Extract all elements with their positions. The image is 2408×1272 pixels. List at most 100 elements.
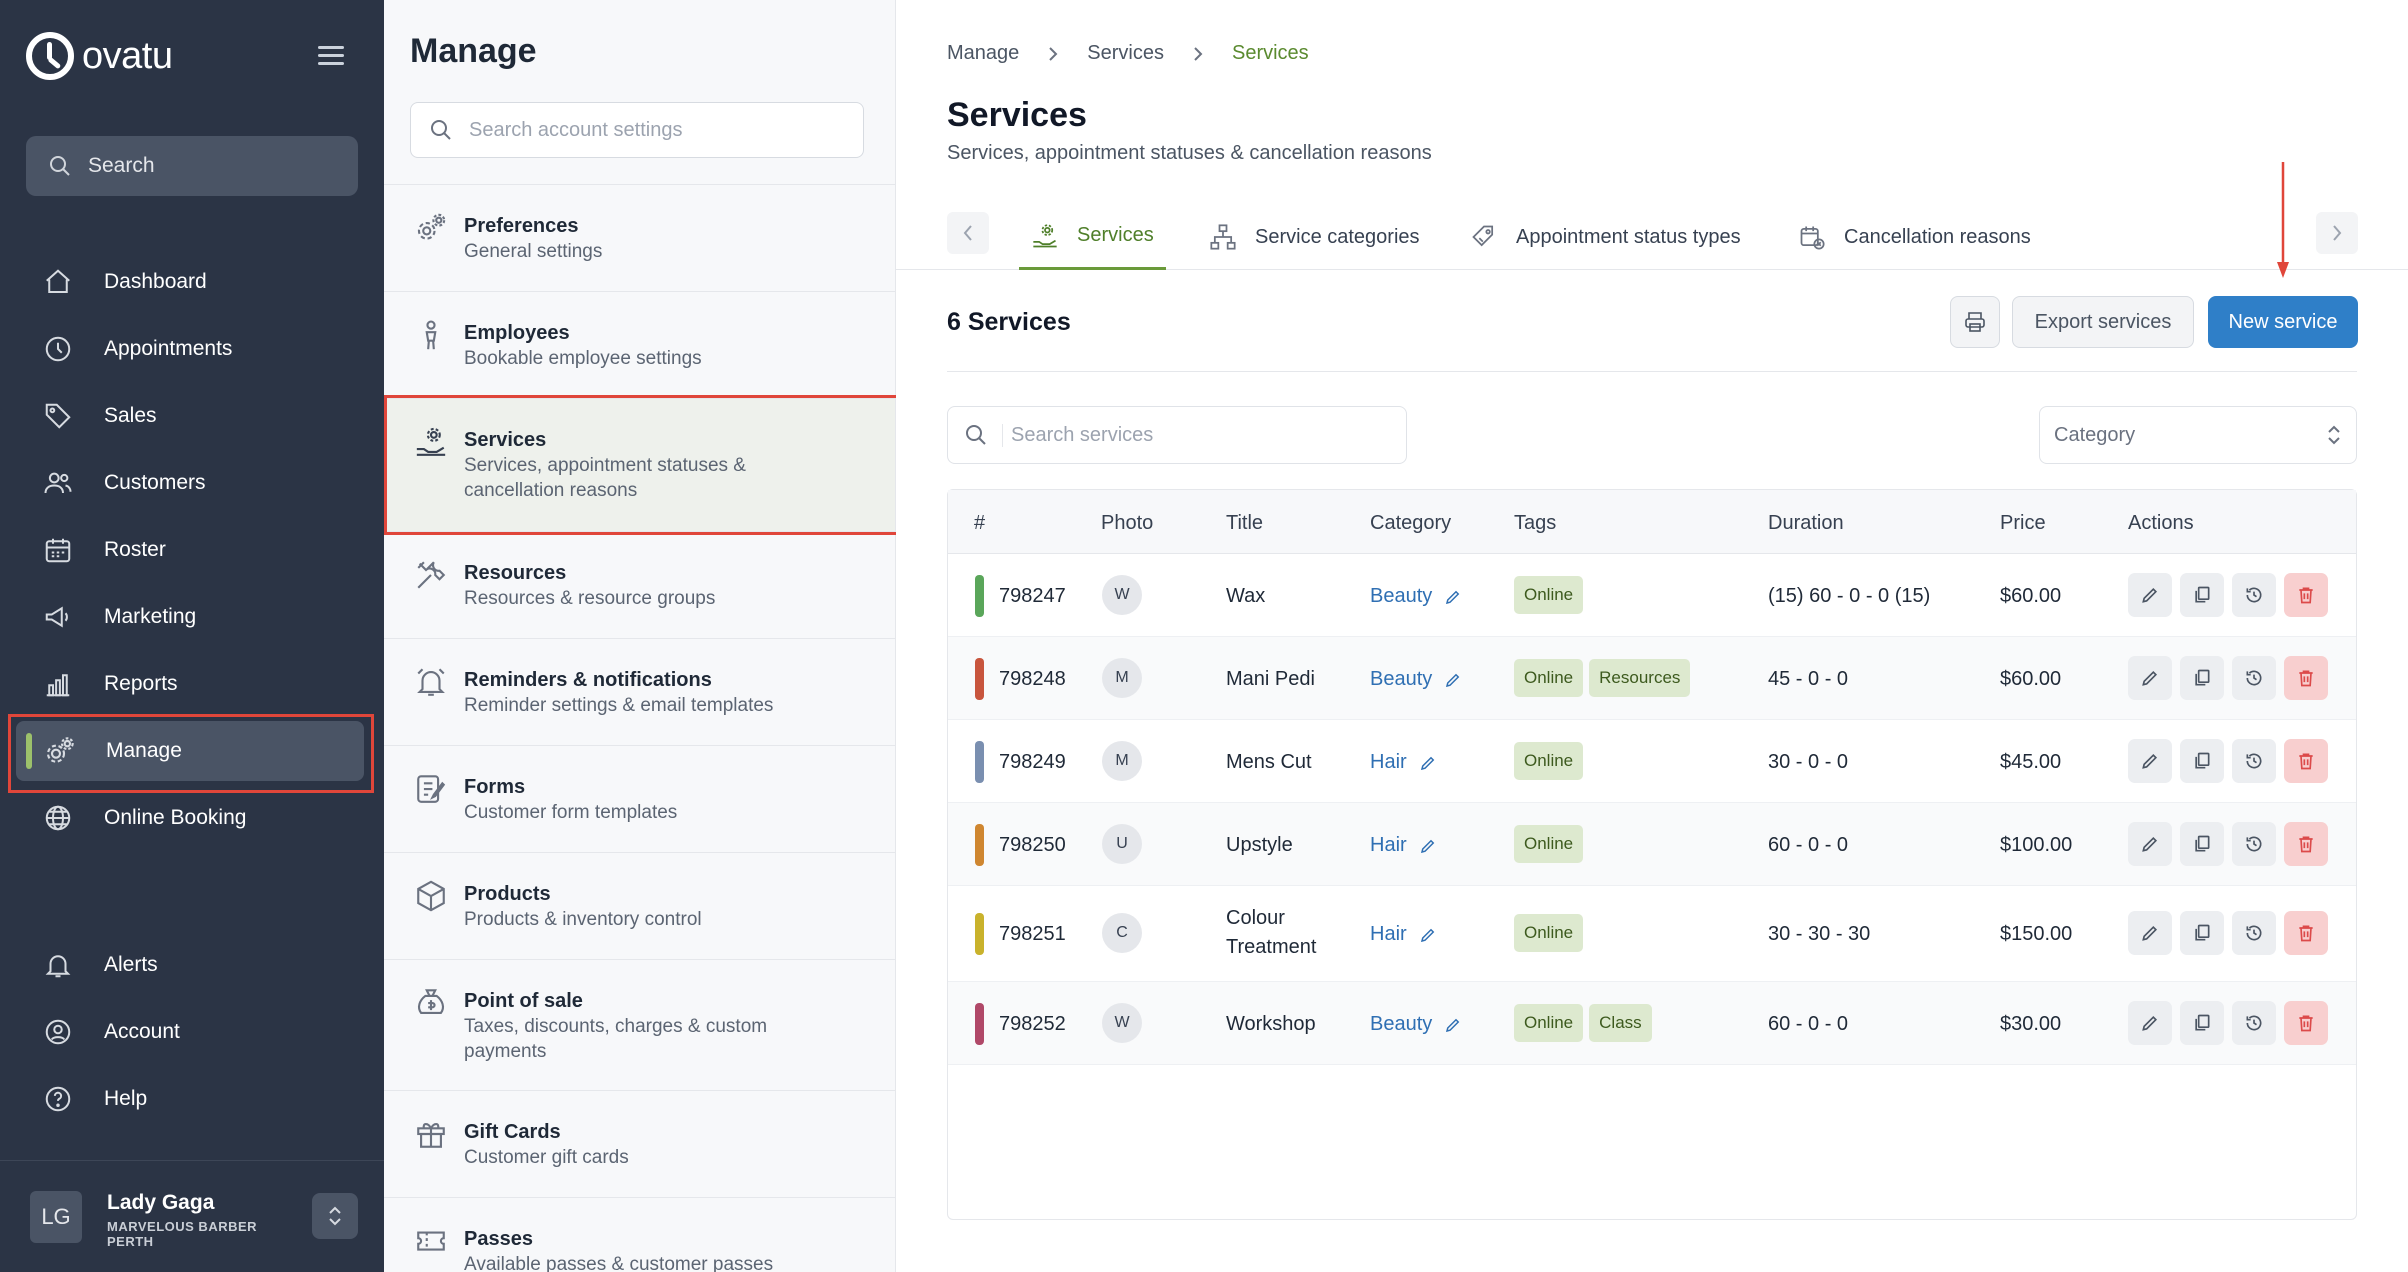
- service-category-link[interactable]: Beauty: [1370, 668, 1462, 691]
- delete-button[interactable]: [2284, 911, 2328, 955]
- history-button[interactable]: [2232, 822, 2276, 866]
- settings-search-input[interactable]: Search account settings: [410, 102, 864, 158]
- nav-item-account[interactable]: Account: [26, 1002, 358, 1062]
- manage-item-forms[interactable]: Forms Customer form templates: [384, 745, 895, 852]
- manage-item-products[interactable]: Products Products & inventory control: [384, 852, 895, 959]
- nav-item-dashboard[interactable]: Dashboard: [26, 252, 358, 312]
- service-category-link[interactable]: Hair: [1370, 751, 1437, 774]
- history-icon: [2246, 753, 2262, 769]
- services-search-input[interactable]: Search services: [947, 406, 1407, 464]
- duplicate-button[interactable]: [2180, 573, 2224, 617]
- service-category-link[interactable]: Beauty: [1370, 1013, 1462, 1036]
- service-title[interactable]: Mani Pedi: [1226, 668, 1315, 691]
- avatar[interactable]: LG: [30, 1191, 82, 1243]
- nav-search-button[interactable]: Search: [26, 136, 358, 196]
- service-id: 798252: [999, 1013, 1066, 1035]
- nav-item-online-booking[interactable]: Online Booking: [26, 788, 358, 848]
- tag-badge: Online: [1514, 1004, 1584, 1042]
- breadcrumb-item[interactable]: Manage: [947, 42, 1019, 65]
- service-title[interactable]: Upstyle: [1226, 834, 1293, 857]
- table-row[interactable]: 798250 U Upstyle Hair Online 60 - 0 - 0 …: [948, 803, 2356, 886]
- table-row[interactable]: 798252 W Workshop Beauty Online Class 60 …: [948, 982, 2356, 1065]
- nav-item-help[interactable]: Help: [26, 1069, 358, 1129]
- row-actions: [2128, 739, 2328, 783]
- nav-item-alerts[interactable]: Alerts: [26, 935, 358, 995]
- nav-item-reports[interactable]: Reports: [26, 654, 358, 714]
- duplicate-button[interactable]: [2180, 911, 2224, 955]
- edit-button[interactable]: [2128, 656, 2172, 700]
- manage-item-point-of-sale[interactable]: Point of sale Taxes, discounts, charges …: [384, 959, 895, 1090]
- table-row[interactable]: 798249 M Mens Cut Hair Online 30 - 0 - 0…: [948, 720, 2356, 803]
- tab-appointment-status-types[interactable]: Appointment status types: [1458, 204, 1753, 270]
- delete-button[interactable]: [2284, 822, 2328, 866]
- nav-item-roster[interactable]: Roster: [26, 520, 358, 580]
- service-title[interactable]: Wax: [1226, 585, 1265, 608]
- print-button[interactable]: [1950, 296, 2000, 348]
- column-header[interactable]: Title: [1226, 512, 1263, 535]
- service-category-link[interactable]: Beauty: [1370, 585, 1462, 608]
- table-row[interactable]: 798251 C Colour Treatment Hair Online 30 …: [948, 886, 2356, 982]
- duplicate-button[interactable]: [2180, 1001, 2224, 1045]
- category-name: Beauty: [1370, 585, 1433, 607]
- column-header[interactable]: Price: [2000, 512, 2046, 535]
- new-service-button[interactable]: New service: [2208, 296, 2358, 348]
- history-button[interactable]: [2232, 656, 2276, 700]
- service-title[interactable]: Workshop: [1226, 1013, 1316, 1036]
- edit-button[interactable]: [2128, 911, 2172, 955]
- hierarchy-icon: [1210, 224, 1236, 250]
- copy-icon: [2195, 586, 2210, 603]
- category-select[interactable]: Category: [2039, 406, 2357, 464]
- column-header[interactable]: Duration: [1768, 512, 1844, 535]
- history-button[interactable]: [2232, 1001, 2276, 1045]
- tab-service-categories[interactable]: Service categories: [1197, 204, 1432, 270]
- manage-item-services[interactable]: Services Services, appointment statuses …: [384, 398, 895, 531]
- service-title[interactable]: Colour Treatment: [1226, 904, 1316, 962]
- nav-item-marketing[interactable]: Marketing: [26, 587, 358, 647]
- nav-item-manage[interactable]: Manage: [16, 721, 364, 781]
- account-switcher-button[interactable]: [312, 1193, 358, 1239]
- tabs-scroll-left-button[interactable]: [947, 212, 989, 254]
- table-row[interactable]: 798248 M Mani Pedi Beauty Online Resource…: [948, 637, 2356, 720]
- delete-button[interactable]: [2284, 573, 2328, 617]
- manage-item-resources[interactable]: Resources Resources & resource groups: [384, 531, 895, 638]
- hand-gear-icon: [416, 427, 446, 456]
- breadcrumb-item[interactable]: Services: [1087, 42, 1164, 65]
- manage-item-preferences[interactable]: Preferences General settings: [384, 184, 895, 291]
- column-header[interactable]: #: [974, 512, 985, 535]
- manage-item-passes[interactable]: Passes Available passes & customer passe…: [384, 1197, 895, 1272]
- tab-label: Service categories: [1255, 225, 1420, 248]
- history-button[interactable]: [2232, 573, 2276, 617]
- edit-button[interactable]: [2128, 822, 2172, 866]
- tabs-scroll-right-button[interactable]: [2316, 212, 2358, 254]
- service-category-link[interactable]: Hair: [1370, 834, 1437, 857]
- duplicate-button[interactable]: [2180, 822, 2224, 866]
- tab-services[interactable]: Services: [1019, 204, 1166, 270]
- menu-toggle-icon[interactable]: [318, 46, 344, 66]
- nav-item-sales[interactable]: Sales: [26, 386, 358, 446]
- tag-badge: Class: [1589, 1004, 1652, 1042]
- duplicate-button[interactable]: [2180, 739, 2224, 783]
- edit-button[interactable]: [2128, 573, 2172, 617]
- history-button[interactable]: [2232, 739, 2276, 783]
- manage-item-employees[interactable]: Employees Bookable employee settings: [384, 291, 895, 398]
- delete-button[interactable]: [2284, 656, 2328, 700]
- edit-button[interactable]: [2128, 739, 2172, 783]
- service-category-link[interactable]: Hair: [1370, 923, 1437, 946]
- manage-item-reminders[interactable]: Reminders & notifications Reminder setti…: [384, 638, 895, 745]
- edit-button[interactable]: [2128, 1001, 2172, 1045]
- tab-cancellation-reasons[interactable]: Cancellation reasons: [1786, 204, 2043, 270]
- settings-search-placeholder: Search account settings: [469, 118, 683, 141]
- brand-logo[interactable]: ovatu: [26, 30, 173, 82]
- delete-button[interactable]: [2284, 1001, 2328, 1045]
- export-services-button[interactable]: Export services: [2012, 296, 2194, 348]
- service-photo: M: [1102, 741, 1142, 781]
- delete-button[interactable]: [2284, 739, 2328, 783]
- manage-item-gift-cards[interactable]: Gift Cards Customer gift cards: [384, 1090, 895, 1197]
- service-title[interactable]: Mens Cut: [1226, 751, 1312, 774]
- column-header[interactable]: Category: [1370, 512, 1451, 535]
- duplicate-button[interactable]: [2180, 656, 2224, 700]
- history-button[interactable]: [2232, 911, 2276, 955]
- table-row[interactable]: 798247 W Wax Beauty Online (15) 60 - 0 -…: [948, 554, 2356, 637]
- nav-item-customers[interactable]: Customers: [26, 453, 358, 513]
- nav-item-appointments[interactable]: Appointments: [26, 319, 358, 379]
